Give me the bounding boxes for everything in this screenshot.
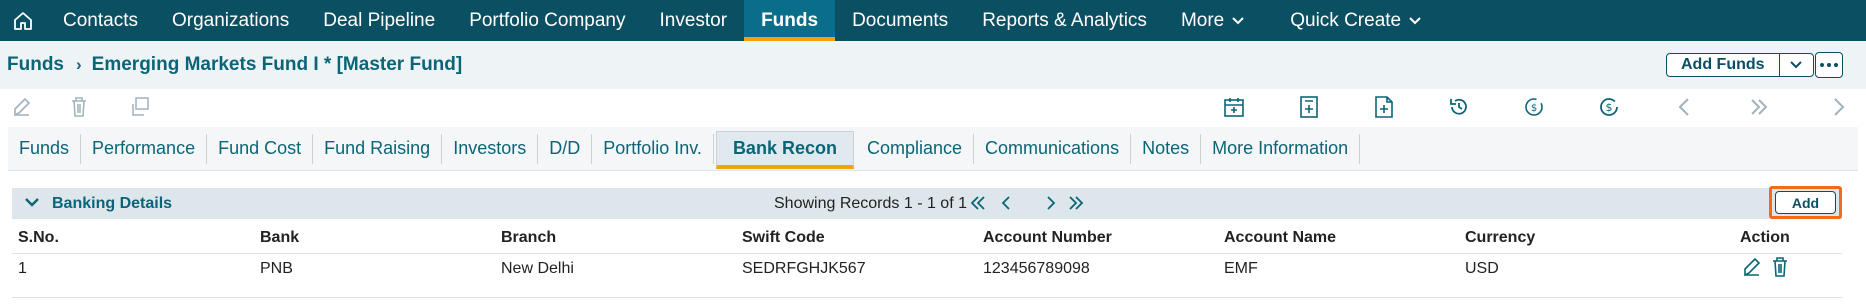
page-title: Emerging Markets Fund I * [Master Fund] [91,54,463,75]
chevron-down-icon [1790,61,1802,69]
nav-label: Funds [761,9,819,31]
panel-header: Banking Details Showing Records 1 - 1 of… [12,186,1842,219]
tab-bank-recon[interactable]: Bank Recon [715,130,854,169]
nav-funds[interactable]: Funds [744,0,836,41]
records-count: Showing Records 1 - 1 of 1 [774,195,967,212]
tab-notes[interactable]: Notes [1131,133,1202,164]
tab-communications[interactable]: Communications [974,133,1132,164]
first-page-icon[interactable] [969,194,987,212]
nav-label: Reports & Analytics [982,9,1147,31]
nav-portfolio-company[interactable]: Portfolio Company [452,0,642,41]
breadcrumb-separator-icon: › [76,55,82,74]
cell-swift-code: SEDRFGHJK567 [742,260,866,278]
table-header-row: S.No. Bank Branch Swift Code Account Num… [12,223,1842,254]
tab-investors[interactable]: Investors [442,133,539,164]
nav-label: More [1180,9,1225,31]
table-row: 1 PNB New Delhi SEDRFGHJK567 12345678909… [12,253,1842,285]
ellipsis-icon [1820,63,1838,67]
record-tabs: Funds Performance Fund Cost Fund Raising… [8,127,1858,171]
column-header: Branch [495,223,736,254]
svg-text:$: $ [1531,103,1537,114]
delete-icon[interactable] [1770,256,1790,283]
breadcrumb-root[interactable]: Funds [7,54,64,76]
svg-text:$: $ [1606,101,1613,114]
column-header: Action [1734,223,1842,254]
home-icon[interactable] [0,0,46,41]
nav-label: Investor [659,9,728,31]
banking-details-panel: Banking Details Showing Records 1 - 1 of… [12,186,1842,298]
nav-more[interactable]: More [1164,0,1261,41]
nav-quick-create[interactable]: Quick Create [1273,0,1438,41]
currency-refresh-icon[interactable]: $ [1522,95,1546,119]
tab-portfolio-inv[interactable]: Portfolio Inv. [592,133,714,164]
nav-label: Documents [852,9,949,31]
copy-icon[interactable] [128,95,152,119]
add-funds-split-button: Add Funds [1666,53,1814,77]
top-nav: Contacts Organizations Deal Pipeline Por… [0,0,1866,41]
tab-funds[interactable]: Funds [8,133,82,164]
cell-sno: 1 [18,260,27,278]
column-header: Swift Code [736,223,977,254]
add-document-icon[interactable] [1372,95,1396,119]
nav-documents[interactable]: Documents [835,0,965,41]
nav-label: Quick Create [1290,9,1402,31]
cell-bank: PNB [260,260,293,278]
chevron-left-icon[interactable] [1672,95,1696,119]
chevron-down-icon [1409,16,1421,24]
column-header: Bank [254,223,495,254]
add-funds-button[interactable]: Add Funds [1667,54,1779,76]
edit-icon[interactable] [11,95,35,119]
tab-more-information[interactable]: More Information [1201,133,1361,164]
cell-action [1734,253,1842,285]
column-header: Currency [1459,223,1734,254]
history-icon[interactable] [1447,95,1471,119]
column-header: Account Number [977,223,1218,254]
record-toolbar: $ $ [0,89,1866,125]
nav-label: Organizations [171,9,290,31]
tab-fund-cost[interactable]: Fund Cost [207,133,314,164]
chevron-down-icon [1232,16,1244,24]
tab-dd[interactable]: D/D [538,133,593,164]
calculator-icon[interactable] [1297,95,1321,119]
panel-title: Banking Details [52,194,173,212]
calendar-icon[interactable] [1222,95,1246,119]
cell-account-number: 123456789098 [983,260,1090,278]
title-bar: Funds › Emerging Markets Fund I * [Maste… [0,41,1866,89]
add-button[interactable]: Add [1775,191,1836,214]
double-chevron-right-icon[interactable] [1747,95,1771,119]
add-button-highlight: Add [1769,186,1842,219]
cell-currency: USD [1465,260,1499,278]
nav-investor[interactable]: Investor [642,0,744,41]
next-page-icon[interactable] [1045,194,1057,212]
banking-details-table: S.No. Bank Branch Swift Code Account Num… [12,223,1842,285]
nav-label: Portfolio Company [469,9,626,31]
collapse-chevron-icon[interactable] [24,196,40,208]
tab-performance[interactable]: Performance [81,133,208,164]
nav-deal-pipeline[interactable]: Deal Pipeline [306,0,452,41]
nav-label: Contacts [63,9,138,31]
tab-fund-raising[interactable]: Fund Raising [313,133,443,164]
chevron-right-icon[interactable] [1827,95,1851,119]
edit-icon[interactable] [1742,256,1764,283]
column-header: Account Name [1218,223,1459,254]
nav-label: Deal Pipeline [323,9,436,31]
delete-icon[interactable] [67,95,91,119]
nav-organizations[interactable]: Organizations [155,0,306,41]
nav-contacts[interactable]: Contacts [46,0,155,41]
last-page-icon[interactable] [1067,194,1085,212]
add-funds-dropdown-button[interactable] [1778,54,1813,76]
cell-account-name: EMF [1224,260,1258,278]
more-options-button[interactable] [1815,52,1843,78]
currency-cycle-icon[interactable]: $ [1597,95,1621,119]
cell-branch: New Delhi [501,260,574,278]
tab-compliance[interactable]: Compliance [856,133,975,164]
nav-reports-analytics[interactable]: Reports & Analytics [965,0,1164,41]
previous-page-icon[interactable] [1000,194,1012,212]
column-header: S.No. [12,223,254,254]
